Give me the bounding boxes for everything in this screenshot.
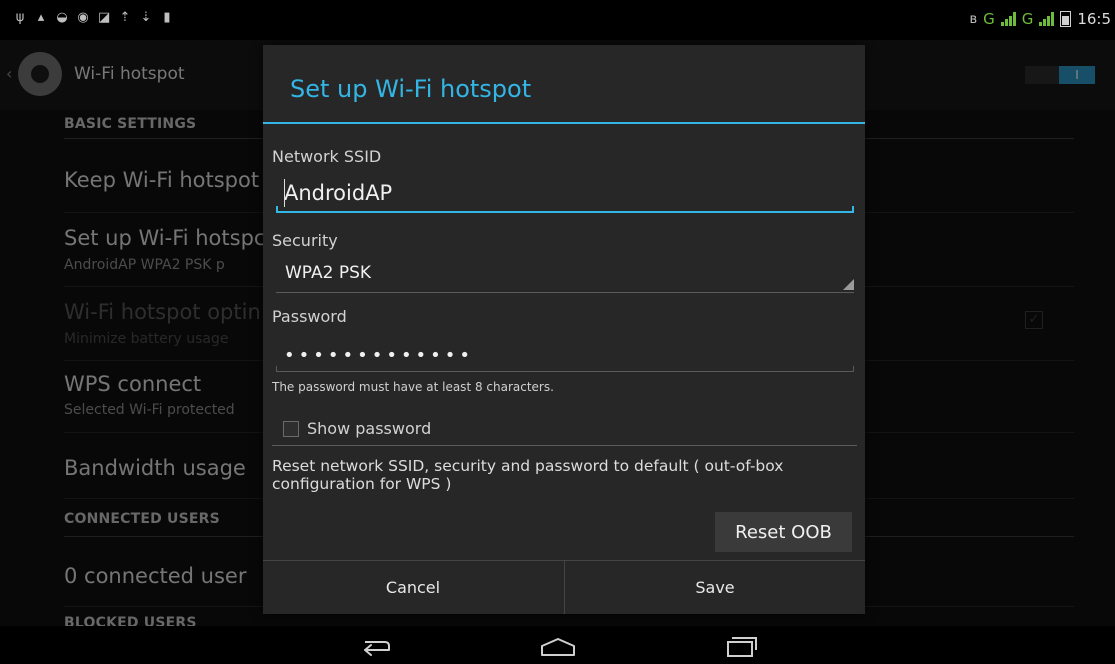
lock-icon: ▴	[37, 10, 45, 25]
home-icon[interactable]	[528, 630, 588, 660]
security-spinner[interactable]: WPA2 PSK	[276, 257, 854, 293]
network-type-2: G	[1021, 10, 1034, 28]
checkbox-divider	[272, 445, 857, 446]
password-label: Password	[272, 307, 347, 326]
status-bar: ψ ▴ ◒ ◉ ◪ ⇡ ⇣ ▮ ʙ G G 16:5	[0, 0, 1115, 40]
show-password-checkbox[interactable]	[283, 421, 299, 437]
sync-icon: ◉	[77, 10, 89, 25]
password-field[interactable]	[276, 337, 862, 373]
ssid-field[interactable]	[276, 173, 862, 213]
image-icon: ◪	[98, 10, 111, 25]
save-button[interactable]: Save	[565, 561, 865, 614]
clock: 16:5	[1077, 10, 1111, 28]
signal-icon-2	[1039, 12, 1055, 26]
security-label: Security	[272, 231, 338, 250]
security-underline	[276, 292, 854, 293]
signal-icon	[1000, 12, 1016, 26]
security-selected-value: WPA2 PSK	[285, 263, 372, 283]
ssid-underline	[276, 206, 854, 213]
ssid-label: Network SSID	[272, 147, 382, 166]
dialog-title-divider	[263, 122, 865, 124]
setup-hotspot-dialog: Set up Wi-Fi hotspot Network SSID Securi…	[263, 45, 865, 614]
show-password-label[interactable]: Show password	[307, 419, 431, 438]
recent-apps-icon[interactable]	[710, 630, 770, 660]
upload-icon: ⇡	[119, 10, 131, 25]
navigation-bar	[0, 626, 1115, 664]
cancel-button[interactable]: Cancel	[263, 561, 563, 614]
reset-description: Reset network SSID, security and passwor…	[272, 457, 784, 493]
battery-icon	[1060, 11, 1072, 27]
network-type-1: G	[983, 10, 995, 28]
system-icons: ʙ G G 16:5	[970, 10, 1111, 28]
bluetooth-icon: ʙ	[969, 11, 978, 27]
wifi-hotspot-icon: ◒	[56, 10, 68, 25]
sd-card-icon: ▮	[163, 10, 171, 25]
reset-oob-button[interactable]: Reset OOB	[715, 512, 852, 552]
dialog-title: Set up Wi-Fi hotspot	[290, 75, 532, 103]
back-icon[interactable]	[345, 630, 405, 660]
password-hint: The password must have at least 8 charac…	[272, 380, 554, 394]
usb-icon: ψ	[15, 10, 25, 25]
download-icon: ⇣	[140, 10, 152, 25]
text-cursor	[284, 179, 285, 207]
dropdown-triangle-icon	[843, 279, 854, 290]
notification-icons: ψ ▴ ◒ ◉ ◪ ⇡ ⇣ ▮	[14, 10, 173, 25]
password-underline	[276, 366, 854, 372]
